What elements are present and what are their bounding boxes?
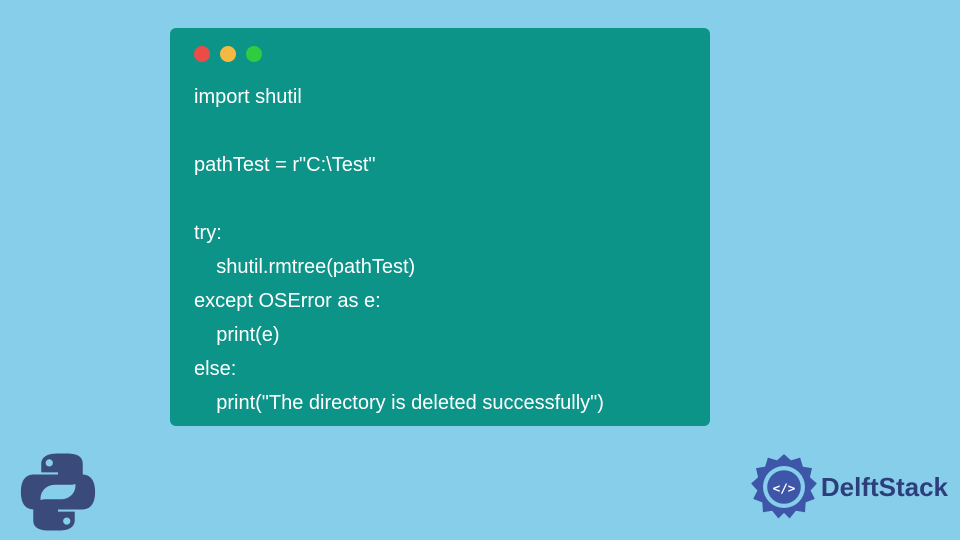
code-window: import shutil pathTest = r"C:\Test" try:… (170, 28, 710, 426)
delftstack-logo: </> DelftStack (749, 452, 948, 522)
delftstack-brand-text: DelftStack (821, 472, 948, 503)
close-dot-icon (194, 46, 210, 62)
python-logo-icon (18, 452, 98, 532)
minimize-dot-icon (220, 46, 236, 62)
maximize-dot-icon (246, 46, 262, 62)
window-controls (194, 46, 686, 62)
delft-gear-icon: </> (749, 452, 819, 522)
code-content: import shutil pathTest = r"C:\Test" try:… (194, 80, 686, 420)
svg-text:</>: </> (772, 481, 795, 496)
